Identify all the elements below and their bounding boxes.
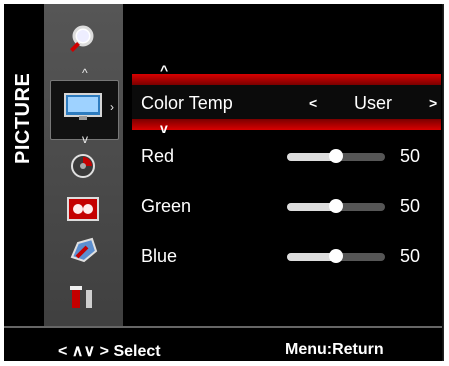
tv-osd: PICTURE ^ › v ^ Color Temp < User > v Re… [0,0,449,366]
icon-column: ^ › v [44,4,124,334]
sound-disc-icon[interactable] [63,149,103,183]
color-temp-value: User [354,93,393,113]
green-value: 50 [400,196,421,216]
menu-return-hint: Menu:Return [285,341,384,358]
blue-slider[interactable] [287,249,385,263]
picture-display-icon[interactable] [63,90,103,124]
green-slider-knob[interactable] [329,199,343,213]
right-arrow-icon[interactable]: > [429,95,437,111]
caret-down-icon: v [82,132,88,146]
red-label: Red [141,146,175,166]
red-slider[interactable] [287,149,385,163]
picture-vertical-tab: PICTURE [4,4,44,334]
color-temp-label: Color Temp [141,93,233,113]
left-arrow-icon[interactable]: < [309,95,317,111]
caret-up-icon: ^ [82,66,88,80]
red-value: 50 [400,146,421,166]
pip-icon[interactable] [63,192,103,226]
magnifier-icon[interactable] [63,22,103,56]
blue-slider-knob[interactable] [329,249,343,263]
picture-content [123,4,442,334]
blue-label: Blue [141,246,178,266]
blue-value: 50 [400,246,421,266]
red-slider-knob[interactable] [329,149,343,163]
tools-icon[interactable] [63,280,103,314]
green-label: Green [141,196,192,216]
select-hint: < ∧∨ > Select [58,343,161,360]
green-slider[interactable] [287,199,385,213]
picture-vertical-label: PICTURE [12,72,34,164]
down-arrow-icon: v [160,120,168,136]
gear-icon[interactable] [63,233,103,267]
chevron-right-icon: › [110,100,114,114]
